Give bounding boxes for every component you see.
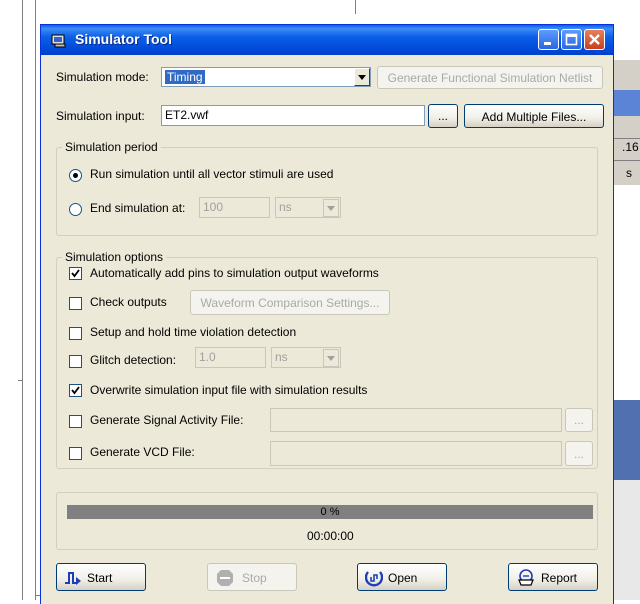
setup-hold-label: Setup and hold time violation detection xyxy=(90,325,297,339)
progress-percent-text: 0 % xyxy=(320,506,340,518)
simulation-input-label: Simulation input: xyxy=(56,109,145,123)
vcd-file-checkbox[interactable] xyxy=(69,447,82,460)
overwrite-input-label: Overwrite simulation input file with sim… xyxy=(90,383,368,397)
chevron-down-icon xyxy=(327,356,335,361)
simulation-mode-dropdown-button[interactable] xyxy=(354,68,370,86)
signal-activity-checkbox[interactable] xyxy=(69,415,82,428)
run-all-stimuli-radio[interactable] xyxy=(69,169,82,182)
simulation-input-field[interactable]: ET2.vwf xyxy=(161,105,425,126)
simulation-period-group xyxy=(56,147,598,236)
background-column-label: s xyxy=(626,166,632,180)
progress-bar: 0 % xyxy=(67,505,593,519)
auto-add-pins-label: Automatically add pins to simulation out… xyxy=(90,266,379,280)
background-divider xyxy=(22,0,23,600)
minimize-button[interactable] xyxy=(538,29,559,50)
maximize-button[interactable] xyxy=(561,29,582,50)
simulation-mode-value: Timing xyxy=(165,70,205,84)
simulation-period-title: Simulation period xyxy=(62,140,161,154)
auto-add-pins-checkbox[interactable] xyxy=(69,267,82,280)
generate-netlist-button[interactable]: Generate Functional Simulation Netlist xyxy=(377,66,603,89)
vcd-browse-button[interactable]: ... xyxy=(565,441,593,466)
vcd-file-label: Generate VCD File: xyxy=(90,445,195,459)
glitch-detection-label: Glitch detection: xyxy=(90,353,177,367)
checkmark-icon xyxy=(71,386,80,395)
end-simulation-value-field[interactable]: 100 xyxy=(199,197,270,218)
report-button[interactable]: Report xyxy=(508,563,598,591)
glitch-unit-dropdown-button[interactable] xyxy=(323,349,339,367)
simulation-mode-label: Simulation mode: xyxy=(56,70,149,84)
chevron-down-icon xyxy=(358,75,366,80)
background-divider xyxy=(35,0,36,600)
close-button[interactable] xyxy=(584,29,605,50)
chevron-down-icon xyxy=(327,206,335,211)
open-button[interactable]: Open xyxy=(357,563,447,591)
start-simulation-icon xyxy=(65,572,81,585)
start-button-label: Start xyxy=(87,571,113,585)
waveform-comparison-settings-button[interactable]: Waveform Comparison Settings... xyxy=(190,290,390,315)
check-outputs-label: Check outputs xyxy=(90,295,167,309)
report-button-label: Report xyxy=(541,571,578,585)
glitch-detection-checkbox[interactable] xyxy=(69,355,82,368)
signal-activity-file-field[interactable] xyxy=(270,408,562,432)
open-button-label: Open xyxy=(388,571,418,585)
stop-button-label: Stop xyxy=(242,571,267,585)
end-simulation-label: End simulation at: xyxy=(90,201,186,215)
window-title: Simulator Tool xyxy=(75,31,172,47)
close-icon xyxy=(589,34,600,45)
end-simulation-radio[interactable] xyxy=(69,203,82,216)
run-all-stimuli-label: Run simulation until all vector stimuli … xyxy=(90,167,334,181)
setup-hold-checkbox[interactable] xyxy=(69,327,82,340)
open-waveform-icon xyxy=(365,571,383,587)
stop-icon xyxy=(217,570,233,586)
background-divider xyxy=(18,380,23,381)
maximize-icon xyxy=(565,33,578,46)
end-unit-dropdown-button[interactable] xyxy=(323,199,339,217)
title-bar[interactable]: Simulator Tool xyxy=(41,25,613,55)
vcd-file-field[interactable] xyxy=(270,441,562,466)
background-divider xyxy=(355,0,356,14)
minimize-icon xyxy=(544,42,551,45)
report-icon xyxy=(518,569,534,586)
simulation-mode-select[interactable]: Timing xyxy=(161,67,371,87)
add-multiple-files-button[interactable]: Add Multiple Files... xyxy=(464,104,604,128)
glitch-value-field[interactable]: 1.0 xyxy=(195,347,266,368)
check-outputs-checkbox[interactable] xyxy=(69,297,82,310)
stop-button[interactable]: Stop xyxy=(207,563,297,591)
signal-activity-browse-button[interactable]: ... xyxy=(565,408,593,432)
background-editor-panel: .16 s xyxy=(614,60,640,600)
start-button[interactable]: Start xyxy=(56,563,146,591)
simulator-app-icon xyxy=(51,34,66,48)
elapsed-time: 00:00:00 xyxy=(307,529,354,543)
background-tab-label: .16 xyxy=(622,140,639,154)
signal-activity-label: Generate Signal Activity File: xyxy=(90,413,244,427)
checkmark-icon xyxy=(71,269,80,278)
simulator-tool-window: Simulator Tool Simulation mode: Timing G… xyxy=(40,24,614,604)
browse-input-button[interactable]: ... xyxy=(428,104,458,128)
simulation-options-title: Simulation options xyxy=(62,250,167,264)
overwrite-input-checkbox[interactable] xyxy=(69,384,82,397)
